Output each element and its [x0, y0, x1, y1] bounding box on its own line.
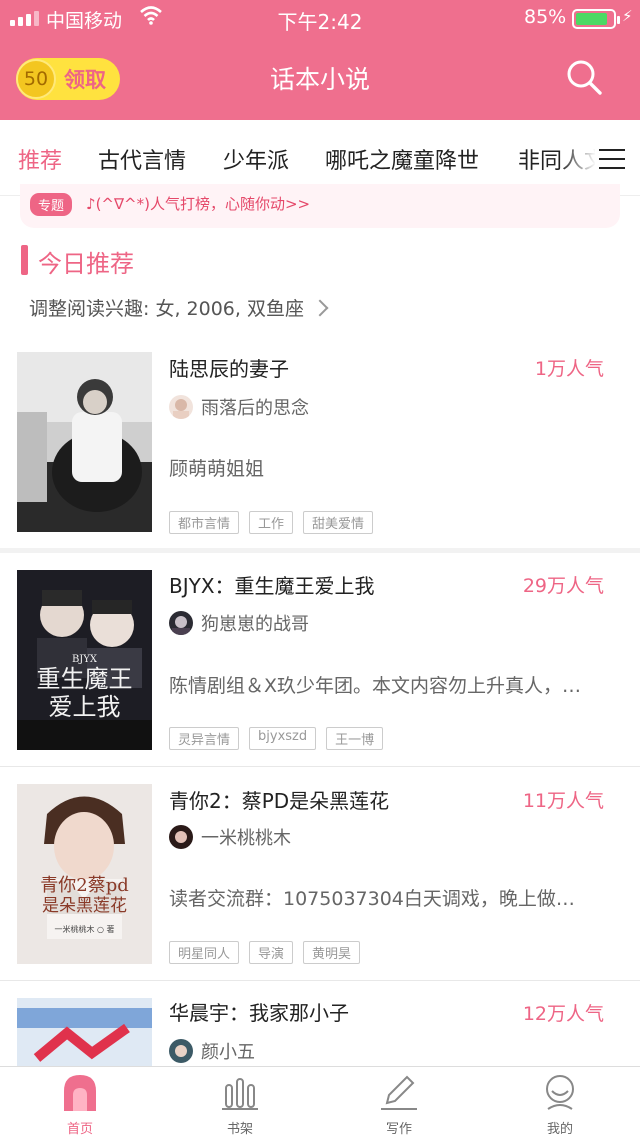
nav-profile[interactable]: 我的 [520, 1073, 600, 1137]
author-row: 一米桃桃木 [169, 824, 291, 850]
cover-text: BJYX [71, 654, 98, 665]
book-card[interactable]: BJYX 重生魔王 爱上我 BJYX：重生魔王爱上我 29万人气 狗崽崽的战哥 … [0, 553, 640, 763]
book-title: 华晨宇：我家那小子 [169, 1001, 349, 1025]
popularity-count: 12万人气 [522, 1003, 604, 1025]
author-avatar [169, 395, 193, 419]
nav-label: 首页 [66, 1122, 93, 1137]
search-icon[interactable] [565, 58, 603, 96]
book-tag[interactable]: 甜美爱情 [303, 511, 374, 534]
book-description: 读者交流群：1075037304白天调戏，晚上做… [169, 888, 575, 910]
cover-text: 一米桃桃木 ○ 著 [54, 925, 115, 934]
popularity-count: 11万人气 [522, 790, 604, 812]
cover-text: 蔡pd [87, 875, 129, 896]
author-row: 颜小五 [169, 1038, 255, 1064]
book-tag[interactable]: 工作 [249, 511, 294, 534]
nav-write[interactable]: 写作 [359, 1073, 439, 1137]
chevron-right-icon [311, 299, 329, 316]
bookshelf-icon [222, 1078, 258, 1110]
author-avatar [169, 1039, 193, 1063]
nav-label: 书架 [226, 1122, 253, 1137]
promo-tag: 专题 [30, 193, 73, 216]
author-avatar [169, 611, 193, 635]
book-tag[interactable]: 明星同人 [169, 941, 240, 964]
book-tags: 都市言情 工作 甜美爱情 [169, 511, 374, 534]
author-row: 雨落后的思念 [169, 394, 309, 420]
page-title: 话本小说 [269, 65, 370, 94]
nav-label: 写作 [385, 1122, 412, 1137]
book-tag[interactable]: 王一博 [326, 727, 384, 750]
book-tag[interactable]: 导演 [249, 941, 294, 964]
interest-settings-link[interactable]: 调整阅读兴趣: 女, 2006, 双鱼座 [29, 294, 329, 321]
nav-label: 我的 [546, 1122, 573, 1137]
book-cover: BJYX 重生魔王 爱上我 [17, 570, 152, 750]
author-avatar [169, 825, 193, 849]
battery-icon [572, 9, 620, 29]
status-bar: 中国移动 下午2:42 85% ⚡ [0, 0, 640, 36]
popularity-count: 29万人气 [522, 575, 604, 597]
bottom-nav: 首页 书架 写作 我的 [0, 1066, 640, 1139]
cover-text: 青你2 [40, 875, 88, 896]
tab-ancient-romance[interactable]: 古代言情 [98, 143, 186, 175]
home-icon [64, 1075, 96, 1111]
book-card[interactable]: 陆思辰的妻子 1万人气 雨落后的思念 顾萌萌姐姐 都市言情 工作 甜美爱情 [0, 340, 640, 548]
book-cover [17, 352, 152, 532]
cover-text: 重生魔王 [36, 665, 133, 693]
promo-banner[interactable]: 专题 ♪(^∇^*)人气打榜，心随你动>> [20, 184, 620, 228]
book-card[interactable]: 青你2蔡pd 是朵黑莲花 一米桃桃木 ○ 著 青你2：蔡PD是朵黑莲花 11万人… [0, 767, 640, 979]
author-row: 狗崽崽的战哥 [169, 610, 309, 636]
nav-bookshelf[interactable]: 书架 [200, 1073, 280, 1137]
app-header: 中国移动 下午2:42 85% ⚡ 50 领取 话本小说 [0, 0, 640, 120]
pen-icon [381, 1075, 417, 1110]
interest-text: 调整阅读兴趣: 女, 2006, 双鱼座 [29, 298, 304, 320]
book-tag[interactable]: 黄明昊 [303, 941, 361, 964]
section-title: 今日推荐 [38, 250, 134, 278]
charging-icon: ⚡ [622, 7, 633, 25]
book-tags: 明星同人 导演 黄明昊 [169, 941, 361, 964]
book-cover [17, 998, 152, 1066]
book-tag[interactable]: 都市言情 [169, 511, 240, 534]
menu-icon[interactable] [595, 144, 629, 174]
section-marker [21, 245, 28, 275]
popularity-count: 1万人气 [534, 358, 604, 380]
book-tags: 灵异言情 bjyxszd 王一博 [169, 727, 384, 750]
book-title: 陆思辰的妻子 [169, 357, 289, 381]
nav-home[interactable]: 首页 [40, 1073, 120, 1137]
profile-icon [546, 1075, 574, 1110]
book-tag[interactable]: bjyxszd [249, 727, 317, 750]
cover-text: 是朵黑莲花 [42, 896, 127, 916]
battery-percent: 85% [524, 6, 567, 28]
tab-nezha[interactable]: 哪吒之魔童降世 [325, 143, 479, 175]
tab-youth[interactable]: 少年派 [223, 143, 289, 175]
book-description: 陈情剧组＆X玖少年团。本文内容勿上升真人，… [169, 675, 582, 697]
book-card[interactable]: 华晨宇：我家那小子 12万人气 颜小五 [0, 981, 640, 1066]
book-title: 青你2：蔡PD是朵黑莲花 [169, 789, 390, 813]
book-cover: 青你2蔡pd 是朵黑莲花 一米桃桃木 ○ 著 [17, 784, 152, 964]
cover-text: 爱上我 [48, 693, 121, 721]
book-title: BJYX：重生魔王爱上我 [169, 574, 375, 598]
book-description: 顾萌萌姐姐 [169, 458, 265, 480]
author-name: 狗崽崽的战哥 [201, 614, 309, 635]
author-name: 颜小五 [201, 1042, 255, 1063]
promo-text: ♪(^∇^*)人气打榜，心随你动>> [86, 195, 311, 213]
book-tag[interactable]: 灵异言情 [169, 727, 240, 750]
author-name: 雨落后的思念 [201, 398, 309, 419]
tab-recommend[interactable]: 推荐 [18, 143, 62, 175]
author-name: 一米桃桃木 [201, 828, 291, 849]
